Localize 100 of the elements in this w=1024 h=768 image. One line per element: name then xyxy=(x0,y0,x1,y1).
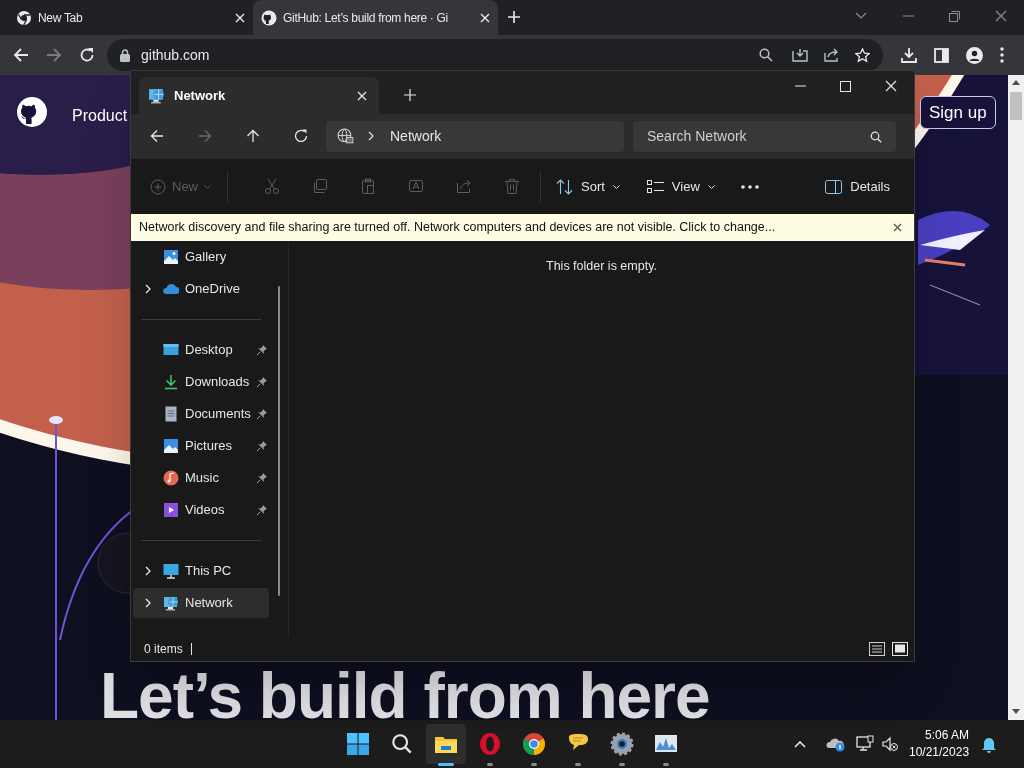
sidebar-item[interactable]: Network xyxy=(133,588,269,618)
chevron-right-icon[interactable] xyxy=(145,566,151,576)
search-icon xyxy=(870,130,882,143)
clock-date[interactable]: 10/21/2023 xyxy=(909,744,970,761)
caret-icon xyxy=(612,184,620,189)
new-tab-icon[interactable] xyxy=(404,89,416,101)
scrollbar-thumb[interactable] xyxy=(1010,92,1022,120)
reload-icon[interactable] xyxy=(79,47,95,63)
back-icon[interactable] xyxy=(150,129,164,143)
scissors-icon xyxy=(264,178,280,195)
speaker-muted-icon[interactable] xyxy=(881,736,899,752)
window-tab[interactable]: Network xyxy=(139,77,379,114)
empty-folder-message: This folder is empty. xyxy=(546,258,657,273)
music-icon xyxy=(163,470,179,486)
more-icon[interactable] xyxy=(740,184,759,189)
details-pane-icon xyxy=(825,179,843,194)
nav-link[interactable]: Product xyxy=(72,104,128,128)
details-view-icon[interactable] xyxy=(869,642,885,656)
globe-icon xyxy=(337,127,354,145)
refresh-icon[interactable] xyxy=(294,129,308,143)
gear-icon[interactable] xyxy=(610,732,634,756)
sidebar-item[interactable]: Music xyxy=(133,463,269,493)
video-icon xyxy=(163,502,179,518)
side-panel-icon[interactable] xyxy=(934,47,949,63)
sort-arrows-icon xyxy=(556,178,573,195)
network-icon xyxy=(163,595,179,611)
star-icon[interactable] xyxy=(855,47,870,63)
sort-button[interactable]: Sort xyxy=(556,176,620,197)
document-icon xyxy=(163,406,179,422)
chevron-up-icon[interactable] xyxy=(794,740,806,748)
plus-circle-icon xyxy=(150,178,166,195)
copy-icon xyxy=(312,178,328,195)
search-icon[interactable] xyxy=(391,733,413,755)
chrome-logo-icon xyxy=(16,9,32,26)
sign-up-button[interactable]: Sign up xyxy=(920,96,996,129)
sidebar-item[interactable]: OneDrive xyxy=(133,274,269,304)
sidebar-item[interactable]: Gallery xyxy=(133,242,269,272)
github-logo-icon[interactable] xyxy=(16,96,48,128)
tab-title: GitHub: Let’s build from here · Gi xyxy=(283,9,448,27)
rename-icon xyxy=(408,178,424,195)
share-icon[interactable] xyxy=(824,48,840,62)
chevron-right-icon xyxy=(368,131,374,141)
forward-icon[interactable] xyxy=(46,47,62,63)
chrome-icon[interactable] xyxy=(522,732,546,756)
start-icon[interactable] xyxy=(346,732,370,756)
item-count: 0 items xyxy=(144,641,183,658)
maximize-icon[interactable] xyxy=(840,80,851,92)
chevron-right-icon[interactable] xyxy=(145,284,151,294)
up-icon[interactable] xyxy=(246,129,260,143)
new-tab-icon[interactable] xyxy=(507,10,521,24)
browser-tab[interactable]: GitHub: Let’s build from here · Gi xyxy=(253,0,498,35)
restore-icon[interactable] xyxy=(949,10,960,22)
github-logo-icon xyxy=(261,9,277,26)
trash-icon xyxy=(504,178,520,195)
profile-icon[interactable] xyxy=(966,46,983,64)
caret-icon xyxy=(204,184,211,189)
sidebar-item[interactable]: Desktop xyxy=(133,335,269,365)
monitor-icon xyxy=(163,563,179,579)
headline: Let’s build from here xyxy=(100,664,710,720)
scrollbar[interactable] xyxy=(1008,75,1024,720)
notification-text: Network discovery and file sharing are turned off. Network computers and devices are not visible. Click to change... xyxy=(139,219,777,237)
lock-icon xyxy=(120,48,130,62)
install-icon[interactable] xyxy=(792,48,808,62)
back-icon[interactable] xyxy=(13,47,29,63)
chevron-right-icon[interactable] xyxy=(145,598,151,608)
search-field[interactable]: Search Network xyxy=(633,120,896,152)
sidebar-item[interactable]: This PC xyxy=(133,556,269,586)
address-field[interactable]: Network xyxy=(326,120,624,152)
large-icons-view-icon[interactable] xyxy=(892,642,908,656)
tab-title: New Tab xyxy=(38,9,83,27)
share-icon xyxy=(456,178,472,195)
scroll-up-icon[interactable] xyxy=(1012,80,1020,85)
list-view-icon xyxy=(646,180,664,193)
notification-bar[interactable]: Network discovery and file sharing are turned off. Network computers and devices are not visible. Click to change... xyxy=(131,214,914,241)
gallery-icon xyxy=(163,249,179,265)
picture-icon xyxy=(163,438,179,454)
sidebar-item[interactable]: Documents xyxy=(133,399,269,429)
menu-icon[interactable] xyxy=(1000,47,1004,63)
sidebar-scrollbar[interactable] xyxy=(278,286,280,596)
cloud-icon xyxy=(163,281,179,297)
search-icon[interactable] xyxy=(759,48,773,62)
breadcrumb-item[interactable]: Network xyxy=(390,125,442,147)
caret-icon xyxy=(707,184,715,189)
sidebar-item[interactable]: Downloads xyxy=(133,367,269,397)
bell-icon[interactable] xyxy=(981,735,998,753)
desktop-icon xyxy=(163,342,179,358)
download-icon[interactable] xyxy=(901,47,917,63)
sidebar-item[interactable]: Pictures xyxy=(133,431,269,461)
browser-tab[interactable]: New Tab xyxy=(8,0,253,35)
sidebar-item[interactable]: Videos xyxy=(133,495,269,525)
monitor-icon[interactable] xyxy=(856,735,874,753)
opera-icon[interactable] xyxy=(478,732,502,756)
clock-time[interactable]: 5:06 AM xyxy=(925,727,970,744)
cloud-icon[interactable] xyxy=(826,736,846,752)
view-button[interactable]: View xyxy=(646,176,715,197)
details-button[interactable]: Details xyxy=(825,176,890,197)
url-text: github.com xyxy=(141,45,211,65)
chevron-down-icon[interactable] xyxy=(855,12,867,20)
scroll-down-icon[interactable] xyxy=(1012,709,1020,714)
address-bar[interactable]: github.com xyxy=(107,39,883,71)
